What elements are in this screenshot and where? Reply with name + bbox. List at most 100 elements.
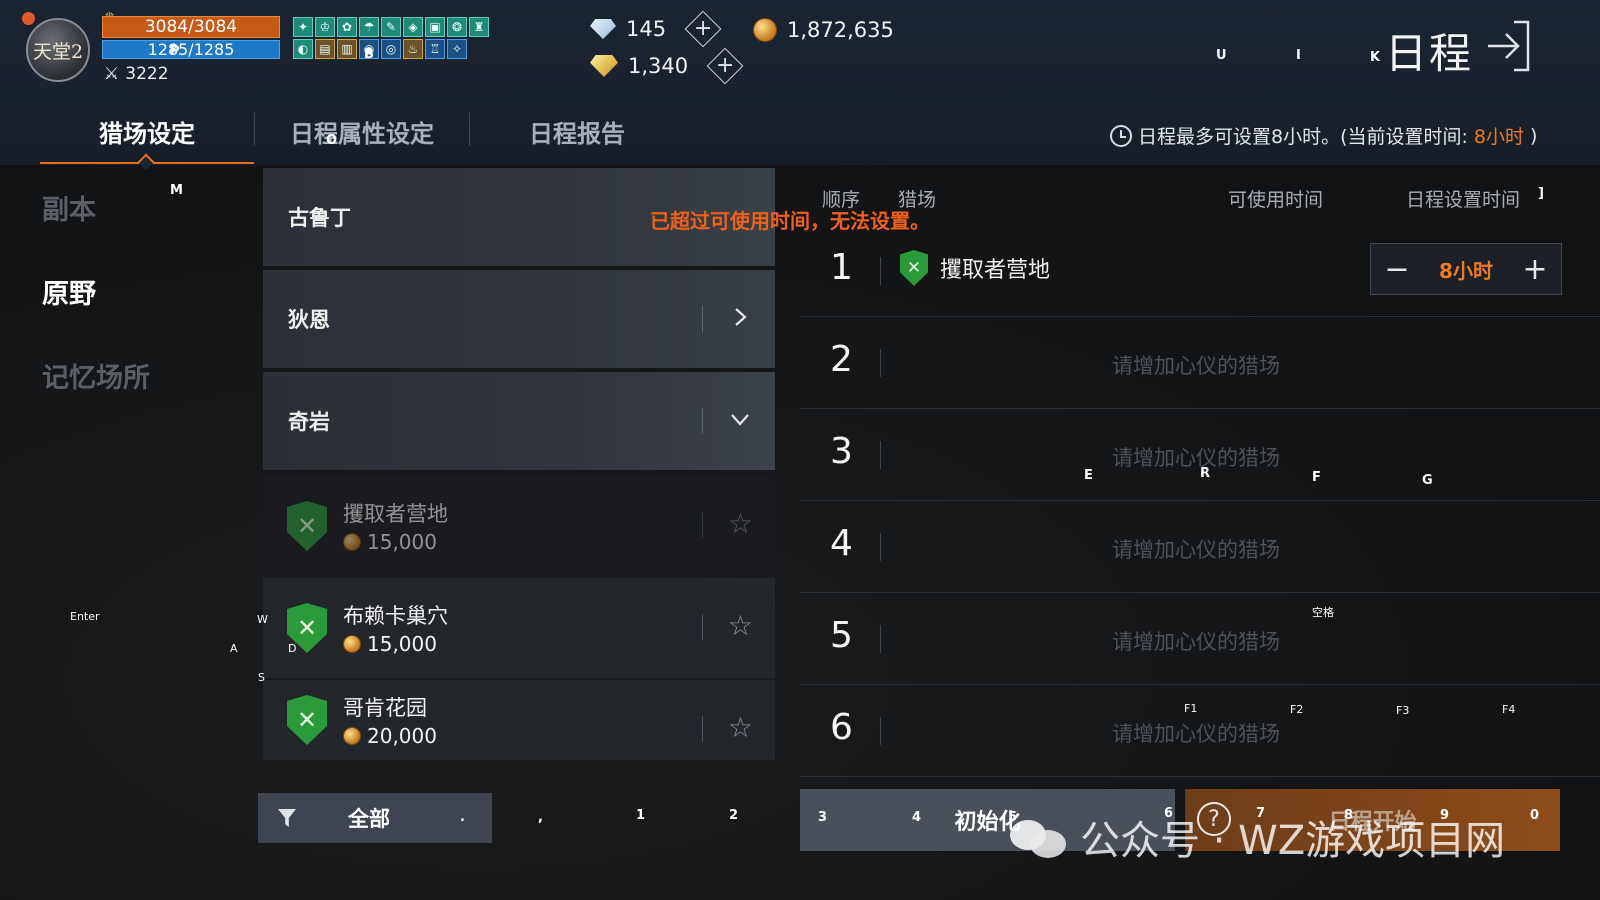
row-number: 3 (830, 431, 853, 472)
increase-time-button[interactable]: + (1521, 252, 1549, 287)
region-field[interactable]: 原野 (0, 249, 258, 333)
empty-slot-placeholder: 请增加心仪的猎场 (1112, 630, 1280, 654)
hunting-ground-item[interactable]: ✕ 哥肯花园 20,000 ☆ (263, 680, 775, 760)
game-logo[interactable]: 天堂2 (26, 18, 90, 82)
hunting-ground-shield-icon: ✕ (287, 501, 327, 551)
wechat-icon (1010, 816, 1068, 858)
red-diamond-icon (590, 55, 618, 77)
coin-icon (753, 18, 777, 42)
favorite-star-icon[interactable]: ☆ (728, 510, 753, 538)
diamond-icon (590, 19, 616, 39)
buff-icon[interactable]: ▥ (337, 39, 357, 59)
chevron-down-icon[interactable] (729, 408, 751, 430)
hotkey-label: D (288, 642, 297, 655)
hotkey-label: B (364, 47, 374, 62)
empty-slot-placeholder: 请增加心仪的猎场 (1112, 722, 1280, 746)
schedule-row[interactable]: 5 请增加心仪的猎场 (800, 593, 1600, 685)
area-label: 古鲁丁 (288, 206, 351, 230)
schedule-header: 顺序 猎场 可使用时间 日程设置时间 (800, 180, 1600, 216)
exit-icon[interactable] (1484, 18, 1536, 74)
hunting-ground-item[interactable]: ✕ 攫取者营地 15,000 ☆ (263, 476, 775, 576)
combat-power-value: 3222 (125, 64, 169, 84)
schedule-row[interactable]: 4 请增加心仪的猎场 (800, 501, 1600, 593)
hunting-ground-item[interactable]: ✕ 布赖卡巢穴 15,000 ☆ (263, 578, 775, 678)
buff-icon[interactable]: ♖ (425, 39, 445, 59)
schedule-row[interactable]: 6 请增加心仪的猎场 (800, 685, 1600, 777)
hotkey-label: 5 (1008, 810, 1018, 825)
stepper-value: 8小时 (1439, 258, 1493, 283)
add-diamond-button[interactable]: + (684, 10, 722, 48)
hunting-ground-name: 布赖卡巢穴 (343, 604, 448, 628)
buff-icon[interactable]: ♔ (315, 17, 335, 37)
chevron-right-icon[interactable] (729, 306, 751, 328)
buff-icon[interactable]: ▤ (315, 39, 335, 59)
mp-bar: 1285/1285 (102, 40, 280, 59)
row-divider (880, 625, 881, 653)
header-available-time: 可使用时间 (1228, 189, 1324, 211)
buff-icon[interactable]: ◐ (293, 39, 313, 59)
tab-label: 日程属性设定 (290, 120, 434, 148)
coin-value: 1,872,635 (787, 18, 894, 42)
row-divider (880, 441, 881, 469)
filter-button[interactable]: 全部 (258, 793, 492, 843)
area-giran[interactable]: 奇岩 (263, 372, 775, 470)
coin-icon (343, 727, 361, 745)
tab-schedule-attribute-settings[interactable]: 日程属性设定 (255, 104, 469, 164)
hunting-ground-shield-icon: ✕ (287, 695, 327, 745)
hotkey-label: F3 (1396, 704, 1410, 717)
schedule-limit-notice: 日程最多可设置8小时。(当前设置时间: 8小时) (1110, 122, 1537, 149)
buff-icon[interactable]: ♜ (469, 17, 489, 37)
crossed-swords-icon: ⚔ (104, 64, 120, 84)
buff-icon[interactable]: ✧ (447, 39, 467, 59)
hotkey-label: S (258, 671, 265, 684)
hunting-ground-list: ✕ 攫取者营地 15,000 ☆ ✕ 布赖卡巢穴 15,000 ☆ ✕ 哥肯花园… (263, 476, 775, 762)
region-list: 副本 原野 记忆场所 (0, 165, 258, 417)
buff-icon[interactable]: ♨ (403, 39, 423, 59)
buff-icon[interactable]: ◈ (403, 17, 423, 37)
tab-label: 猎场设定 (99, 120, 195, 148)
buff-icon[interactable]: ☂ (359, 17, 379, 37)
hotkey-label: U (1216, 48, 1227, 63)
buff-icon[interactable]: ▣ (425, 17, 445, 37)
buff-icon[interactable]: ❂ (447, 17, 467, 37)
tab-schedule-report[interactable]: 日程报告 (470, 104, 684, 164)
notice-suffix: ) (1530, 124, 1538, 147)
row-divider (702, 408, 703, 434)
hotkey-label: 3 (818, 810, 828, 825)
row-divider (702, 716, 703, 742)
favorite-star-icon[interactable]: ☆ (728, 612, 753, 640)
header-set-time: 日程设置时间 (1406, 189, 1521, 211)
buff-icon[interactable]: ✎ (381, 17, 401, 37)
decrease-time-button[interactable]: − (1383, 252, 1411, 287)
hotkey-label: F4 (1502, 703, 1516, 716)
hotkey-label: I (1296, 48, 1301, 63)
row-divider (702, 512, 703, 538)
buff-bar: ✦ ♔ ✿ ☂ ✎ ◈ ▣ ❂ ♜ ◐ ▤ ▥ ◉ ◎ ♨ ♖ ✧ (293, 17, 493, 59)
area-label: 狄恩 (288, 308, 330, 332)
empty-slot-placeholder: 请增加心仪的猎场 (1112, 354, 1280, 378)
notification-dot (22, 12, 35, 25)
region-dungeon[interactable]: 副本 (0, 165, 258, 249)
buff-icon[interactable]: ◎ (381, 39, 401, 59)
favorite-star-icon[interactable]: ☆ (728, 714, 753, 742)
hotkey-label: 0 (1530, 808, 1540, 823)
clock-icon (1110, 124, 1132, 147)
add-red-diamond-button[interactable]: + (706, 47, 744, 85)
region-memory-place[interactable]: 记忆场所 (0, 333, 258, 417)
notice-text: 日程最多可设置8小时。(当前设置时间: (1138, 126, 1468, 148)
hunting-ground-cost: 15,000 (367, 530, 437, 554)
region-label: 副本 (42, 194, 96, 226)
schedule-row[interactable]: 3 请增加心仪的猎场 (800, 409, 1600, 501)
empty-slot-placeholder: 请增加心仪的猎场 (1112, 446, 1280, 470)
schedule-row[interactable]: 2 请增加心仪的猎场 (800, 317, 1600, 409)
row-divider (880, 717, 881, 745)
schedule-row[interactable]: 1 ✕ 攫取者营地 − 8小时 + (800, 225, 1600, 317)
row-divider (702, 614, 703, 640)
header-order: 顺序 (822, 189, 861, 211)
hotkey-label: , (538, 810, 543, 825)
buff-icon[interactable]: ✿ (337, 17, 357, 37)
time-stepper: − 8小时 + (1370, 243, 1562, 295)
buff-icon[interactable]: ✦ (293, 17, 313, 37)
page-title: 日程 (1385, 29, 1474, 78)
area-dion[interactable]: 狄恩 (263, 270, 775, 368)
